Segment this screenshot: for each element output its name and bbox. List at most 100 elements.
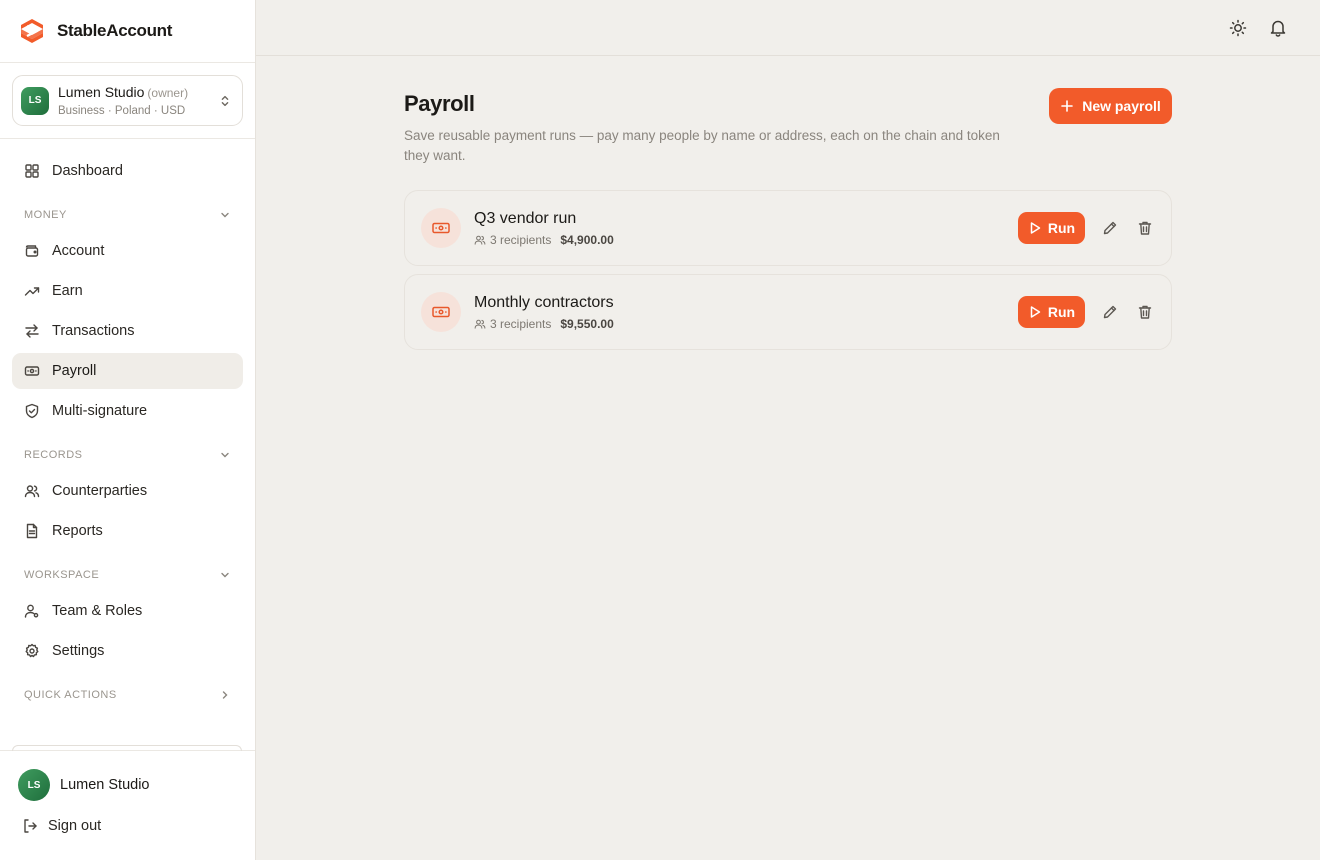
sidebar-item-label: Multi-signature [52, 403, 148, 419]
new-payroll-label: New payroll [1082, 98, 1161, 114]
sidebar-item-label: Counterparties [52, 483, 148, 499]
section-label: QUICK ACTIONS [24, 689, 117, 701]
section-money[interactable]: MONEY [12, 197, 243, 233]
top-bar [256, 0, 1320, 56]
gear-icon [25, 643, 39, 658]
sidebar-item-label: Account [52, 243, 105, 259]
brand[interactable]: StableAccount [0, 0, 255, 63]
payroll-list: Q3 vendor run 3 recipients $4,900.00 Run [404, 190, 1172, 350]
payroll-card[interactable]: Q3 vendor run 3 recipients $4,900.00 Run [404, 190, 1172, 266]
sidebar-item-transactions[interactable]: Transactions [12, 313, 243, 349]
banknote-icon [432, 222, 450, 234]
run-label: Run [1047, 304, 1076, 320]
theme-toggle-button[interactable] [1228, 18, 1248, 38]
quick-actions-card-edge [12, 745, 242, 751]
chevron-up-down-icon [221, 95, 229, 106]
bell-icon [1270, 20, 1286, 37]
workspace-meta: Business · Poland · USD [58, 105, 186, 117]
arrows-left-right-icon [25, 324, 39, 338]
user-profile[interactable]: LS Lumen Studio [0, 751, 255, 801]
play-icon [1030, 222, 1041, 234]
payroll-amount: $4,900.00 [560, 232, 614, 247]
shield-check-icon [25, 403, 39, 419]
sidebar-item-dashboard[interactable]: Dashboard [12, 153, 243, 189]
chevron-down-icon [221, 212, 229, 218]
pencil-icon [1103, 221, 1117, 235]
chevron-down-icon [221, 452, 229, 458]
sidebar-item-account[interactable]: Account [12, 233, 243, 269]
dashboard-icon [25, 164, 39, 178]
delete-payroll-button[interactable] [1135, 218, 1155, 238]
play-icon [1030, 306, 1041, 318]
user-avatar: LS [18, 769, 50, 801]
sidebar-item-payroll[interactable]: Payroll [12, 353, 243, 389]
sidebar-item-label: Transactions [52, 323, 135, 339]
section-workspace[interactable]: WORKSPACE [12, 557, 243, 593]
workspace-avatar: LS [21, 86, 49, 115]
run-payroll-button[interactable]: Run [1018, 296, 1085, 328]
trash-icon [1138, 305, 1152, 319]
edit-payroll-button[interactable] [1100, 302, 1120, 322]
trash-icon [1138, 221, 1152, 235]
users-icon [24, 485, 40, 498]
notifications-button[interactable] [1268, 18, 1288, 38]
banknote-icon [24, 366, 40, 376]
chevron-down-icon [221, 572, 229, 578]
file-text-icon [26, 523, 38, 539]
sidebar-item-label: Settings [52, 643, 105, 659]
workspace-switcher[interactable]: LS Lumen Studio (owner) Business · Poland… [12, 75, 243, 126]
trending-up-icon [24, 287, 40, 296]
new-payroll-button[interactable]: New payroll [1049, 88, 1172, 124]
edit-payroll-button[interactable] [1100, 218, 1120, 238]
delete-payroll-button[interactable] [1135, 302, 1155, 322]
sun-icon [1229, 19, 1247, 37]
section-label: RECORDS [24, 449, 83, 461]
sidebar-item-label: Earn [52, 283, 83, 299]
sign-out-button[interactable]: Sign out [0, 801, 255, 834]
section-label: MONEY [24, 209, 67, 221]
sidebar-item-earn[interactable]: Earn [12, 273, 243, 309]
sidebar-item-reports[interactable]: Reports [12, 513, 243, 549]
banknote-icon [432, 306, 450, 318]
sidebar-item-label: Team & Roles [52, 603, 143, 619]
sidebar-item-label: Payroll [52, 363, 97, 379]
user-name: Lumen Studio [60, 777, 150, 793]
run-label: Run [1047, 220, 1076, 236]
main-content: Payroll Save reusable payment runs — pay… [404, 88, 1172, 358]
plus-icon [1061, 100, 1074, 112]
sidebar-item-label: Reports [52, 523, 103, 539]
workspace-role: (owner) [147, 86, 189, 100]
sidebar-item-team[interactable]: Team & Roles [12, 593, 243, 629]
chevron-right-icon [222, 691, 228, 699]
sidebar-nav: Dashboard MONEY Account Earn Transaction… [0, 139, 255, 713]
payroll-card-icon [421, 208, 461, 248]
stableaccount-logo-icon [21, 19, 43, 43]
users-icon [474, 235, 486, 245]
section-records[interactable]: RECORDS [12, 437, 243, 473]
users-icon [474, 319, 486, 329]
sign-out-label: Sign out [48, 818, 102, 834]
payroll-card[interactable]: Monthly contractors 3 recipients $9,550.… [404, 274, 1172, 350]
payroll-amount: $9,550.00 [560, 316, 614, 331]
wallet-icon [25, 245, 39, 257]
sidebar-item-multisig[interactable]: Multi-signature [12, 393, 243, 429]
sidebar: StableAccount LS Lumen Studio (owner) Bus… [0, 0, 256, 860]
sidebar-item-counterparties[interactable]: Counterparties [12, 473, 243, 509]
payroll-name: Q3 vendor run [474, 209, 577, 227]
payroll-card-icon [421, 292, 461, 332]
sidebar-item-settings[interactable]: Settings [12, 633, 243, 669]
pencil-icon [1103, 305, 1117, 319]
section-label: WORKSPACE [24, 569, 100, 581]
payroll-recipients: 3 recipients [490, 232, 552, 247]
payroll-name: Monthly contractors [474, 293, 614, 311]
workspace-name: Lumen Studio [58, 84, 145, 100]
payroll-recipients: 3 recipients [490, 316, 552, 331]
sidebar-footer: LS Lumen Studio Sign out [0, 745, 255, 860]
section-quick-actions[interactable]: QUICK ACTIONS [12, 677, 243, 713]
brand-name: StableAccount [57, 21, 173, 40]
sidebar-item-label: Dashboard [52, 163, 123, 179]
page-subtitle: Save reusable payment runs — pay many pe… [404, 128, 1000, 163]
run-payroll-button[interactable]: Run [1018, 212, 1085, 244]
log-out-icon [24, 819, 37, 833]
user-cog-icon [24, 604, 39, 618]
